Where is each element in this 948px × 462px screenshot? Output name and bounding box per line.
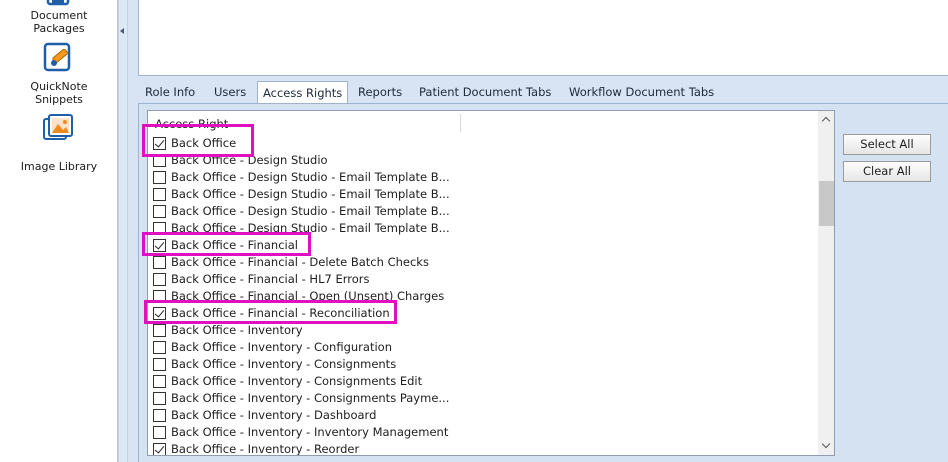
access-right-checkbox[interactable] xyxy=(153,443,166,455)
main-area: Role Info Users Access Rights Reports Pa… xyxy=(128,0,948,462)
sidebar-item-label: Snippets xyxy=(35,93,83,106)
list-item[interactable]: Back Office - Financial - Open (Unsent) … xyxy=(148,288,818,305)
list-item[interactable]: Back Office - Inventory - Reorder xyxy=(148,441,818,456)
access-rights-panel: Access Right Back Office Back Office - De… xyxy=(138,103,948,462)
clear-all-button[interactable]: Clear All xyxy=(843,161,931,182)
chevron-up-icon xyxy=(821,116,831,126)
list-item[interactable]: Back Office - Inventory - Dashboard xyxy=(148,407,818,424)
column-header-access-right[interactable]: Access Right xyxy=(155,117,228,131)
access-right-label: Back Office - Financial - Reconciliation xyxy=(171,306,390,320)
access-right-checkbox[interactable] xyxy=(153,341,166,354)
access-right-checkbox[interactable] xyxy=(153,290,166,303)
access-right-label: Back Office - Inventory xyxy=(171,323,303,337)
access-right-checkbox[interactable] xyxy=(153,324,166,337)
access-right-checkbox[interactable] xyxy=(153,137,166,150)
access-right-checkbox[interactable] xyxy=(153,307,166,320)
list-item[interactable]: Back Office - Financial xyxy=(148,237,818,254)
access-right-label: Back Office - Inventory - Dashboard xyxy=(171,408,377,422)
list-item[interactable]: Back Office - Financial - Delete Batch C… xyxy=(148,254,818,271)
scroll-down-button[interactable] xyxy=(818,438,834,455)
access-right-checkbox[interactable] xyxy=(153,256,166,269)
access-right-checkbox[interactable] xyxy=(153,239,166,252)
access-right-label: Back Office - Financial - Delete Batch C… xyxy=(171,255,429,269)
select-all-button[interactable]: Select All xyxy=(843,134,931,155)
access-right-label: Back Office - Design Studio - Email Temp… xyxy=(171,204,450,218)
list-item[interactable]: Back Office - Design Studio - Email Temp… xyxy=(148,220,818,237)
access-right-checkbox[interactable] xyxy=(153,222,166,235)
image-library-icon[interactable] xyxy=(42,113,74,143)
tab-access-rights[interactable]: Access Rights xyxy=(257,81,349,104)
list-item[interactable]: Back Office - Design Studio - Email Temp… xyxy=(148,203,818,220)
access-right-checkbox[interactable] xyxy=(153,171,166,184)
access-right-checkbox[interactable] xyxy=(153,392,166,405)
list-item[interactable]: Back Office - Inventory - Inventory Mana… xyxy=(148,424,818,441)
access-right-checkbox[interactable] xyxy=(153,188,166,201)
access-right-label: Back Office - Financial - Open (Unsent) … xyxy=(171,289,445,303)
access-right-checkbox[interactable] xyxy=(153,426,166,439)
access-right-checkbox[interactable] xyxy=(153,205,166,218)
access-right-checkbox[interactable] xyxy=(153,273,166,286)
access-right-label: Back Office - Inventory - Configuration xyxy=(171,340,392,354)
access-right-checkbox[interactable] xyxy=(153,409,166,422)
access-right-checkbox[interactable] xyxy=(153,358,166,371)
left-sidebar: Document Packages QuickNote Snippets Ima… xyxy=(0,0,118,462)
collapse-arrow-icon[interactable] xyxy=(120,28,124,34)
sidebar-item-label: Image Library xyxy=(20,160,98,173)
column-divider[interactable] xyxy=(460,114,461,132)
access-right-label: Back Office - Design Studio - Email Temp… xyxy=(171,187,450,201)
tab-reports[interactable]: Reports xyxy=(358,82,402,103)
access-right-label: Back Office - Inventory - Consignments P… xyxy=(171,391,450,405)
access-right-label: Back Office - Inventory - Consignments E… xyxy=(171,374,423,388)
list-item[interactable]: Back Office - Financial - Reconciliation xyxy=(148,305,818,322)
tab-patient-document-tabs[interactable]: Patient Document Tabs xyxy=(419,82,551,103)
list-item[interactable]: Back Office - Design Studio xyxy=(148,152,818,169)
quicknote-snippets-icon[interactable] xyxy=(42,42,74,72)
list-item[interactable]: Back Office xyxy=(148,135,818,152)
access-right-label: Back Office - Financial - HL7 Errors xyxy=(171,272,370,286)
access-right-checkbox[interactable] xyxy=(153,375,166,388)
list-item[interactable]: Back Office - Inventory - Configuration xyxy=(148,339,818,356)
list-item[interactable]: Back Office - Inventory - Consignments P… xyxy=(148,390,818,407)
access-right-label: Back Office - Design Studio - Email Temp… xyxy=(171,221,450,235)
sidebar-item-document-packages[interactable]: Document Packages xyxy=(0,9,118,35)
top-panel xyxy=(138,0,948,76)
sidebar-item-label: Document xyxy=(30,9,88,22)
panel-splitter[interactable] xyxy=(118,0,128,462)
access-right-label: Back Office - Financial xyxy=(171,238,298,252)
list-item[interactable]: Back Office - Financial - HL7 Errors xyxy=(148,271,818,288)
document-packages-icon[interactable] xyxy=(42,0,74,8)
tab-strip: Role Info Users Access Rights Reports Pa… xyxy=(138,81,948,104)
tab-role-info[interactable]: Role Info xyxy=(145,82,195,103)
access-right-label: Back Office xyxy=(171,136,237,150)
list-item[interactable]: Back Office - Inventory - Consignments xyxy=(148,356,818,373)
chevron-down-icon xyxy=(821,439,831,449)
access-right-label: Back Office - Inventory - Consignments xyxy=(171,357,397,371)
vertical-scrollbar[interactable] xyxy=(818,111,834,455)
scrollbar-thumb[interactable] xyxy=(819,181,834,226)
list-item[interactable]: Back Office - Design Studio - Email Temp… xyxy=(148,169,818,186)
access-right-label: Back Office - Design Studio xyxy=(171,153,328,167)
sidebar-item-label: Packages xyxy=(33,22,85,35)
tab-users[interactable]: Users xyxy=(214,82,246,103)
list-item[interactable]: Back Office - Design Studio - Email Temp… xyxy=(148,186,818,203)
tab-workflow-document-tabs[interactable]: Workflow Document Tabs xyxy=(569,82,714,103)
access-right-label: Back Office - Inventory - Inventory Mana… xyxy=(171,425,449,439)
sidebar-item-label: QuickNote xyxy=(30,80,88,93)
list-header: Access Right xyxy=(148,111,818,135)
list-item[interactable]: Back Office - Inventory xyxy=(148,322,818,339)
sidebar-item-image-library[interactable]: Image Library xyxy=(0,160,118,173)
access-right-checkbox[interactable] xyxy=(153,154,166,167)
access-right-label: Back Office - Inventory - Reorder xyxy=(171,442,360,456)
list-item[interactable]: Back Office - Inventory - Consignments E… xyxy=(148,373,818,390)
access-right-label: Back Office - Design Studio - Email Temp… xyxy=(171,170,450,184)
sidebar-item-quicknote-snippets[interactable]: QuickNote Snippets xyxy=(0,80,118,106)
scroll-up-button[interactable] xyxy=(818,111,834,128)
access-rights-list[interactable]: Access Right Back Office Back Office - De… xyxy=(147,110,835,456)
